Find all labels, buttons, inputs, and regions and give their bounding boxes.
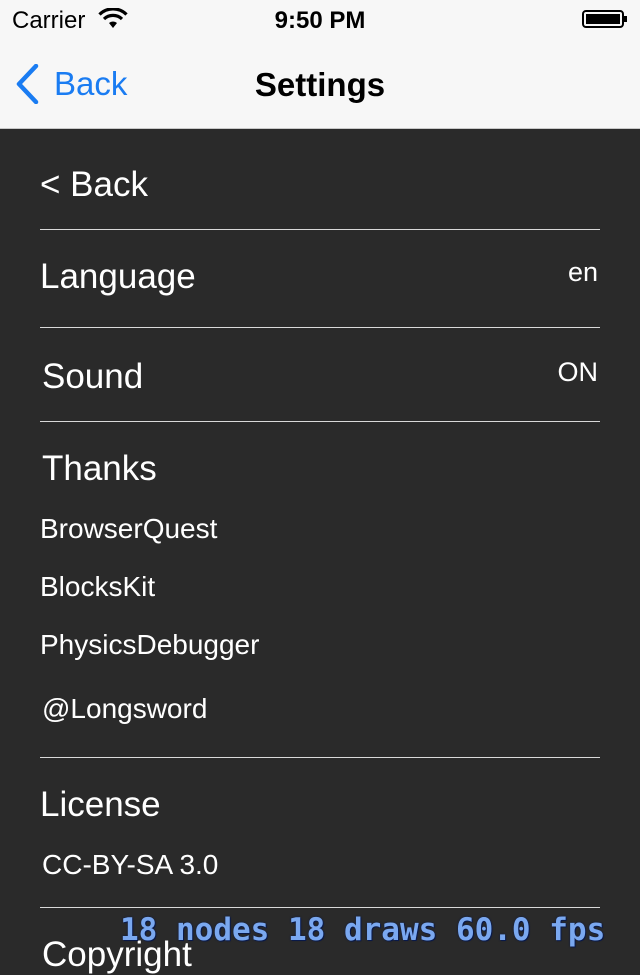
status-time: 9:50 PM <box>274 7 366 34</box>
language-value[interactable]: en <box>568 257 598 288</box>
sound-value[interactable]: ON <box>558 357 599 388</box>
battery-icon <box>582 10 627 28</box>
page-title: Settings <box>254 66 386 103</box>
license-heading: License <box>40 785 161 824</box>
thanks-item: PhysicsDebugger <box>40 629 260 660</box>
divider <box>40 229 600 230</box>
thanks-item: @Longsword <box>42 693 208 724</box>
thanks-heading: Thanks <box>42 449 157 488</box>
debug-stats-overlay: 18 nodes 18 draws 60.0 fps <box>120 912 606 948</box>
status-bar: Carrier 9:50 PM <box>0 0 640 40</box>
sound-label: Sound <box>42 357 144 396</box>
thanks-item: BlocksKit <box>40 571 156 602</box>
license-value: CC-BY-SA 3.0 <box>42 849 219 880</box>
divider <box>40 907 600 908</box>
divider <box>40 327 600 328</box>
sound-item[interactable]: Sound <box>42 357 602 397</box>
settings-menu: < Back Language en Sound ON Thanks Brows… <box>0 129 640 974</box>
menu-back-item[interactable]: < Back <box>40 165 600 205</box>
language-label: Language <box>40 257 196 296</box>
thanks-item: BrowserQuest <box>40 513 218 544</box>
language-item[interactable]: Language <box>40 257 600 297</box>
divider <box>40 757 600 758</box>
navigation-bar: Back Settings <box>0 40 640 129</box>
divider <box>40 421 600 422</box>
